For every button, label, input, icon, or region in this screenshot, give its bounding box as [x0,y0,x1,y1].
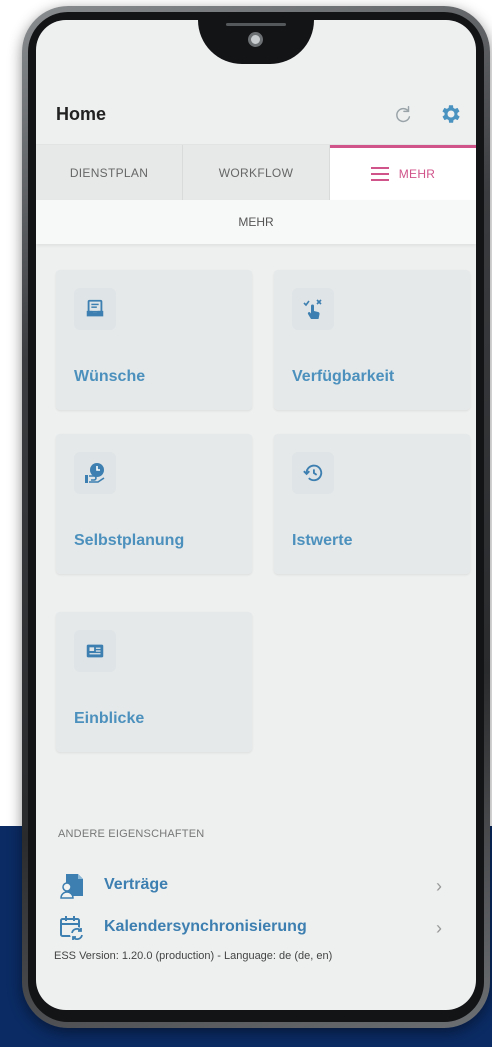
chevron-right-icon: › [436,918,442,938]
history-clock-icon [292,452,334,494]
app-screen: Home DIENSTPLAN WORKFLOW MEHR MEHR Wünsc… [36,20,476,1010]
card-label: Selbstplanung [74,532,185,549]
section-header-label: MEHR [238,215,274,229]
tab-bar: DIENSTPLAN WORKFLOW MEHR [36,144,476,200]
tab-workflow[interactable]: WORKFLOW [183,145,330,200]
card-einblicke[interactable]: Einblicke [56,612,252,752]
notch [198,20,314,64]
card-wuensche[interactable]: Wünsche [56,270,252,410]
chevron-right-icon: › [436,876,442,896]
tab-mehr[interactable]: MEHR [330,145,476,200]
card-label: Einblicke [74,710,145,727]
card-verfuegbarkeit[interactable]: Verfügbarkeit [274,270,470,410]
id-card-icon [74,630,116,672]
tab-label: DIENSTPLAN [69,165,149,180]
inbox-tray-icon [74,288,116,330]
page-title: Home [56,104,107,124]
section-header: MEHR [36,200,476,244]
speaker-grille [226,23,286,26]
gear-icon[interactable] [438,102,462,126]
section-title: ANDERE EIGENSCHAFTEN [58,828,205,840]
tab-label: MEHR [398,167,436,181]
card-istwerte[interactable]: Istwerte [274,434,470,574]
list-item-label: Kalendersynchronisierung [104,918,307,935]
contract-document-icon [60,874,83,899]
list-item-kalendersynchronisierung[interactable]: Kalendersynchronisierung › [36,908,476,948]
tab-label: WORKFLOW [218,165,294,180]
card-label: Istwerte [292,532,353,549]
hand-clock-icon [74,452,116,494]
list-item-vertraege[interactable]: Verträge › [36,866,476,906]
card-selbstplanung[interactable]: Selbstplanung [56,434,252,574]
calendar-sync-icon [60,916,84,941]
tab-dienstplan[interactable]: DIENSTPLAN [36,145,183,200]
list-item-label: Verträge [104,876,169,893]
refresh-icon[interactable] [392,104,414,126]
touch-check-cross-icon [292,288,334,330]
version-footer: ESS Version: 1.20.0 (production) - Langu… [54,950,333,962]
hamburger-menu-icon [370,167,389,181]
camera-icon [248,32,263,47]
app-header: Home [36,98,476,138]
card-label: Wünsche [74,368,146,385]
card-label: Verfügbarkeit [292,368,395,385]
